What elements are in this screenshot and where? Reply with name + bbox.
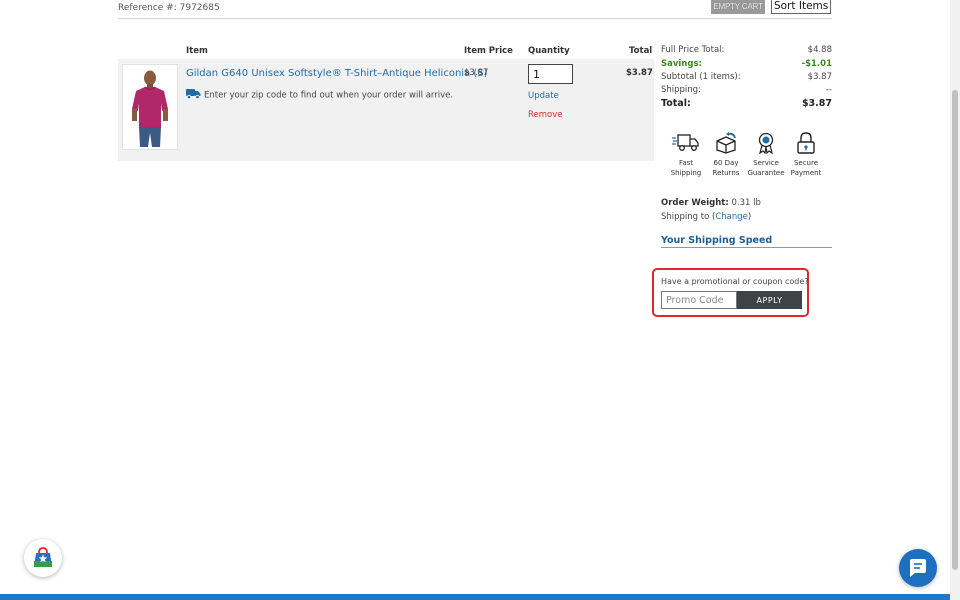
product-title-link[interactable]: Gildan G640 Unisex Softstyle® T-Shirt–An…	[186, 68, 488, 79]
rewards-badge-button[interactable]	[24, 539, 62, 577]
full-price-label: Full Price Total:	[661, 45, 725, 55]
truck-icon	[672, 134, 699, 151]
feature-guarantee-line1: Service	[753, 159, 779, 167]
feature-secure-line2: Payment	[790, 169, 822, 177]
apply-promo-button[interactable]: APPLY	[737, 291, 802, 309]
column-header-item-price: Item Price	[464, 46, 513, 56]
update-quantity-link[interactable]: Update	[528, 91, 559, 101]
feature-returns-line1: 60 Day	[713, 159, 739, 167]
column-header-item: Item	[186, 46, 208, 56]
lock-icon	[797, 132, 815, 154]
feature-guarantee-line2: Guarantee	[747, 169, 785, 177]
ribbon-icon	[758, 132, 774, 154]
shipping-value: --	[825, 85, 832, 95]
tshirt-model-image	[132, 70, 168, 147]
order-weight-value: 0.31 lb	[731, 198, 761, 208]
savings-label: Savings:	[661, 59, 702, 69]
total-value: $3.87	[801, 98, 832, 109]
feature-service-guarantee: Service Guarantee	[746, 132, 786, 178]
shopping-bag-star-icon	[34, 547, 52, 567]
footer-bar	[0, 594, 950, 600]
feature-fast-shipping-line2: Shipping	[670, 169, 702, 177]
scrollbar-thumb[interactable]	[952, 90, 958, 570]
shipping-to-label: Shipping to (	[661, 212, 716, 222]
chat-bubble-icon	[910, 559, 926, 577]
subtotal-label: Subtotal (1 items):	[661, 72, 741, 82]
feature-returns-line2: Returns	[712, 169, 740, 177]
item-price-value: $3.87	[464, 68, 489, 78]
remove-item-link[interactable]: Remove	[528, 110, 563, 120]
promo-code-input[interactable]	[661, 291, 737, 309]
chat-button[interactable]	[899, 549, 937, 587]
chevron-down-icon: ⌄	[829, 2, 830, 11]
feature-60-day-returns: 60 Day Returns	[706, 132, 746, 178]
total-label: Total:	[661, 98, 691, 109]
product-thumbnail[interactable]	[122, 64, 178, 150]
promo-label: Have a promotional or coupon code?	[661, 277, 809, 286]
reference-number: Reference #: 7972685	[118, 3, 220, 13]
change-shipping-link[interactable]: Change	[715, 212, 748, 222]
delivery-estimate-text: Enter your zip code to find out when you…	[204, 90, 454, 101]
sort-items-label: Sort Items	[774, 0, 829, 12]
full-price-value: $4.88	[807, 45, 832, 55]
column-header-quantity: Quantity	[528, 46, 570, 56]
shipping-to-close: )	[747, 212, 752, 222]
shipping-speed-divider	[661, 247, 832, 248]
feature-fast-shipping: Fast Shipping	[666, 132, 706, 178]
shipping-to: Shipping to (Change)	[661, 212, 751, 222]
feature-fast-shipping-line1: Fast	[678, 159, 694, 167]
column-header-total: Total	[629, 46, 653, 56]
feature-secure-line1: Secure	[793, 159, 819, 167]
delivery-estimate-note: Enter your zip code to find out when you…	[186, 88, 453, 102]
quantity-input[interactable]	[528, 64, 573, 84]
feature-secure-payment: Secure Payment	[786, 132, 826, 178]
line-total-value: $3.87	[626, 68, 653, 78]
order-weight: Order Weight: 0.31 lb	[661, 198, 761, 208]
savings-value: -$1.01	[801, 59, 832, 69]
shipping-label: Shipping:	[661, 85, 701, 95]
box-return-icon	[716, 132, 736, 154]
delivery-truck-icon	[186, 88, 201, 102]
shipping-speed-heading[interactable]: Your Shipping Speed	[661, 235, 772, 246]
order-weight-label: Order Weight:	[661, 198, 729, 208]
header-divider	[118, 18, 832, 19]
empty-cart-button[interactable]: EMPTY CART	[711, 0, 765, 14]
sort-items-select[interactable]: Sort Items⌄	[771, 0, 831, 14]
subtotal-value: $3.87	[807, 72, 832, 82]
